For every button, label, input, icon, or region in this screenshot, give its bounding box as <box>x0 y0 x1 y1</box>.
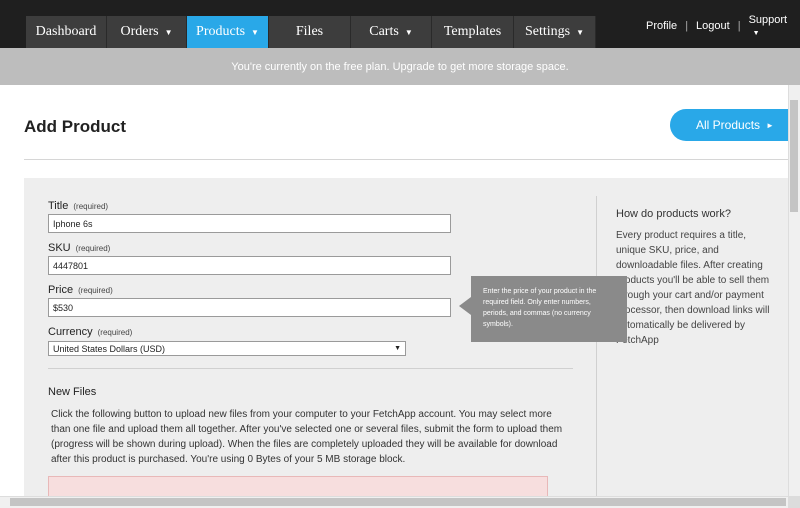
title-input[interactable]: Iphone 6s <box>48 214 451 233</box>
currency-label: Currency (required) <box>48 326 132 338</box>
tab-label: Dashboard <box>35 24 97 39</box>
all-products-button[interactable]: All Products ► <box>670 109 800 141</box>
tab-files[interactable]: Files <box>269 16 351 48</box>
tab-label: Files <box>295 24 324 39</box>
new-files-title: New Files <box>48 386 97 398</box>
new-files-description: Click the following button to upload new… <box>51 409 563 465</box>
horizontal-scroll-thumb[interactable] <box>10 498 786 506</box>
sku-value: 4447801 <box>53 260 89 271</box>
tab-label: Settings <box>524 24 571 39</box>
caret-down-icon: ▼ <box>394 345 401 352</box>
sku-label-text: SKU <box>48 242 71 254</box>
price-value: $530 <box>53 302 74 313</box>
support-link[interactable]: Support ▼ <box>749 14 800 38</box>
tab-products[interactable]: Products ▼ <box>187 16 269 48</box>
top-bar: Dashboard Orders ▼ Products ▼ Files Cart… <box>0 0 800 48</box>
tab-dashboard[interactable]: Dashboard <box>26 16 107 48</box>
tab-settings[interactable]: Settings ▼ <box>514 16 596 48</box>
help-title: How do products work? <box>616 208 731 220</box>
link-separator: | <box>685 20 689 32</box>
caret-down-icon: ▼ <box>164 27 173 37</box>
currency-select[interactable]: United States Dollars (USD) ▼ <box>48 341 406 356</box>
required-note: (required) <box>75 244 111 253</box>
tab-label: Orders <box>120 24 159 39</box>
utility-links: Profile | Logout | Support ▼ <box>646 14 800 37</box>
caret-down-icon: ▼ <box>251 27 259 37</box>
plan-banner: You're currently on the free plan. Upgra… <box>0 48 800 85</box>
banner-text: You're currently on the free plan. Upgra… <box>231 60 569 73</box>
tab-orders[interactable]: Orders ▼ <box>107 16 187 48</box>
header-divider <box>24 159 788 160</box>
caret-down-icon: ▼ <box>752 30 760 37</box>
required-note: (required) <box>97 328 133 337</box>
caret-down-icon: ▼ <box>576 27 585 37</box>
main-nav: Dashboard Orders ▼ Products ▼ Files Cart… <box>26 16 596 48</box>
tab-carts[interactable]: Carts ▼ <box>351 16 432 48</box>
tab-label: Carts <box>369 24 399 39</box>
help-text: Every product requires a title, unique S… <box>616 230 770 346</box>
title-value: Iphone 6s <box>53 218 93 229</box>
price-input[interactable]: $530 <box>48 298 451 317</box>
currency-label-text: Currency <box>48 326 93 338</box>
all-products-label: All Products <box>696 118 761 132</box>
vertical-scroll-thumb[interactable] <box>790 100 798 212</box>
arrow-right-icon: ► <box>766 120 774 130</box>
section-divider <box>48 368 573 369</box>
profile-link[interactable]: Profile <box>646 20 677 32</box>
title-label: Title (required) <box>48 200 108 212</box>
required-note: (required) <box>73 202 109 211</box>
currency-value: United States Dollars (USD) <box>53 343 166 354</box>
price-label-text: Price <box>48 284 74 296</box>
link-separator: | <box>737 20 741 32</box>
sidebar-divider <box>596 196 597 496</box>
title-label-text: Title <box>48 200 69 212</box>
page-title: Add Product <box>24 117 126 136</box>
sku-label: SKU (required) <box>48 242 110 254</box>
support-label: Support <box>748 14 788 26</box>
tab-label: Products <box>196 24 246 39</box>
tab-templates[interactable]: Templates <box>432 16 514 48</box>
required-note: (required) <box>78 286 113 295</box>
sku-input[interactable]: 4447801 <box>48 256 451 275</box>
tab-label: Templates <box>443 24 502 39</box>
scrollbar-corner <box>788 496 800 508</box>
caret-down-icon: ▼ <box>404 27 413 37</box>
logout-link[interactable]: Logout <box>696 20 730 32</box>
tooltip-arrow <box>459 297 471 315</box>
price-label: Price (required) <box>48 284 113 296</box>
price-tooltip: Enter the price of your product in the r… <box>471 276 627 342</box>
